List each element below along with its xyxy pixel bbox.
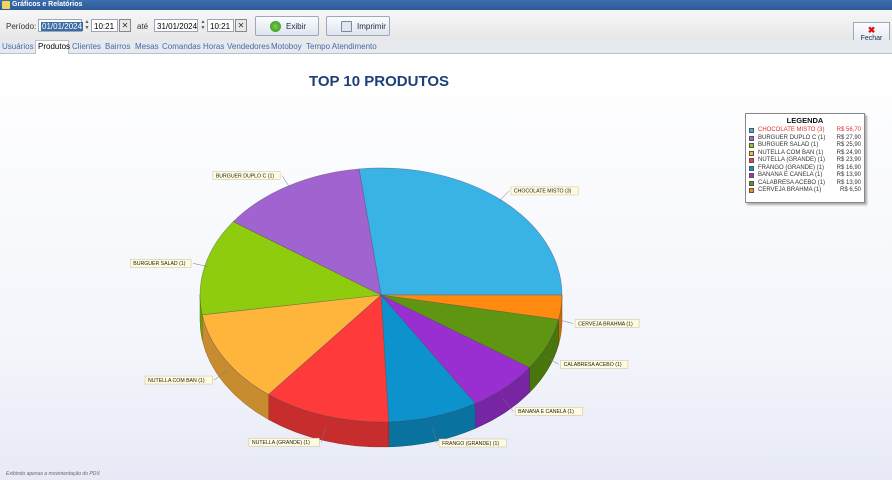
pie-top — [199, 167, 563, 423]
legend-item-label: NUTELLA COM BAN (1) — [758, 149, 824, 156]
pie-label: BURGUER SALAD (1) — [133, 261, 185, 267]
legend-item: NUTELLA (GRANDE) (1) R$ 23,90 — [746, 157, 864, 165]
pie-label: NUTELLA (GRANDE) (1) — [252, 440, 310, 446]
legend-title: LEGENDA — [786, 116, 824, 125]
pie-chart: CHOCOLATE MISTO (3) CERVEJA BRAHMA (1) CAL… — [130, 167, 640, 448]
legend-item-label: CHOCOLATE MISTO (3) — [758, 127, 825, 133]
legend-item: CERVEJA BRAHMA (1) R$ 6,50 — [746, 187, 864, 195]
pie-label: BANANA E CANELA (1) — [518, 409, 574, 415]
legend-item-value: R$ 24,90 — [836, 149, 861, 156]
legend-item: CALABRESA ACEBO (1) R$ 13,90 — [746, 180, 864, 188]
legend-item-value: R$ 13,90 — [836, 179, 861, 186]
pie-label: CHOCOLATE MISTO (3) — [514, 189, 572, 195]
legend-swatch — [749, 165, 754, 171]
legend-item: BURGUER SALAD (1) R$ 25,90 — [746, 142, 864, 150]
legend-item: BURGUER DUPLO C (1) R$ 27,90 — [746, 135, 864, 143]
legend-swatch — [749, 188, 754, 193]
pie-label-leader — [498, 190, 510, 202]
legend-item-value: R$ 16,90 — [836, 164, 861, 171]
legend-item: FRANGO (GRANDE) (1) R$ 16,90 — [746, 165, 864, 173]
legend-item-label: NUTELLA (GRANDE) (1) — [758, 157, 826, 163]
pie-label: FRANGO (GRANDE) (1) — [442, 441, 499, 447]
legend-item-value: R$ 27,90 — [836, 134, 861, 141]
legend-item-value: R$ 56,70 — [836, 127, 861, 133]
legend-item: NUTELLA COM BAN (1) R$ 24,90 — [746, 150, 864, 158]
footer-note: Exibindo apenas a movimentação do PDV. — [6, 471, 101, 477]
legend-item-value: R$ 23,90 — [836, 157, 861, 163]
legend-swatch — [749, 143, 754, 148]
pie-label: CALABRESA ACEBO (1) — [564, 362, 622, 368]
legend-item-value: R$ 6,50 — [839, 187, 861, 193]
legend-item-value: R$ 25,90 — [836, 142, 861, 148]
legend-swatch — [749, 128, 754, 133]
pie-label: BURGUER DUPLO C (1) — [216, 173, 274, 179]
legend-swatch — [749, 158, 754, 163]
legend-item-label: CERVEJA BRAHMA (1) — [758, 187, 822, 193]
chart-title: TOP 10 PRODUTOS — [308, 73, 450, 90]
legend-item: CHOCOLATE MISTO (3) R$ 56,70 — [746, 127, 864, 135]
legend-item: BANANA E CANELA (1) R$ 13,90 — [746, 172, 864, 180]
legend-swatch — [749, 150, 754, 156]
legend-swatch — [749, 173, 754, 178]
legend-item-label: BANANA E CANELA (1) — [758, 172, 823, 178]
pie-label: CERVEJA BRAHMA (1) — [578, 321, 633, 327]
legend-item-label: BURGUER SALAD (1) — [758, 142, 819, 148]
legend-item-label: BURGUER DUPLO C (1) — [758, 134, 826, 141]
pie-label: NUTELLA COM BAN (1) — [148, 378, 205, 384]
legend-swatch — [749, 180, 754, 186]
legend-swatch — [749, 135, 754, 141]
legend-item-label: FRANGO (GRANDE) (1) — [758, 164, 824, 171]
legend-item-label: CALABRESA ACEBO (1) — [758, 179, 826, 186]
pie-label-leader — [281, 175, 291, 189]
chart-legend: LEGENDA CHOCOLATE MISTO (3) R$ 56,70 BURGU… — [745, 113, 865, 203]
legend-item-value: R$ 13,90 — [836, 172, 861, 178]
